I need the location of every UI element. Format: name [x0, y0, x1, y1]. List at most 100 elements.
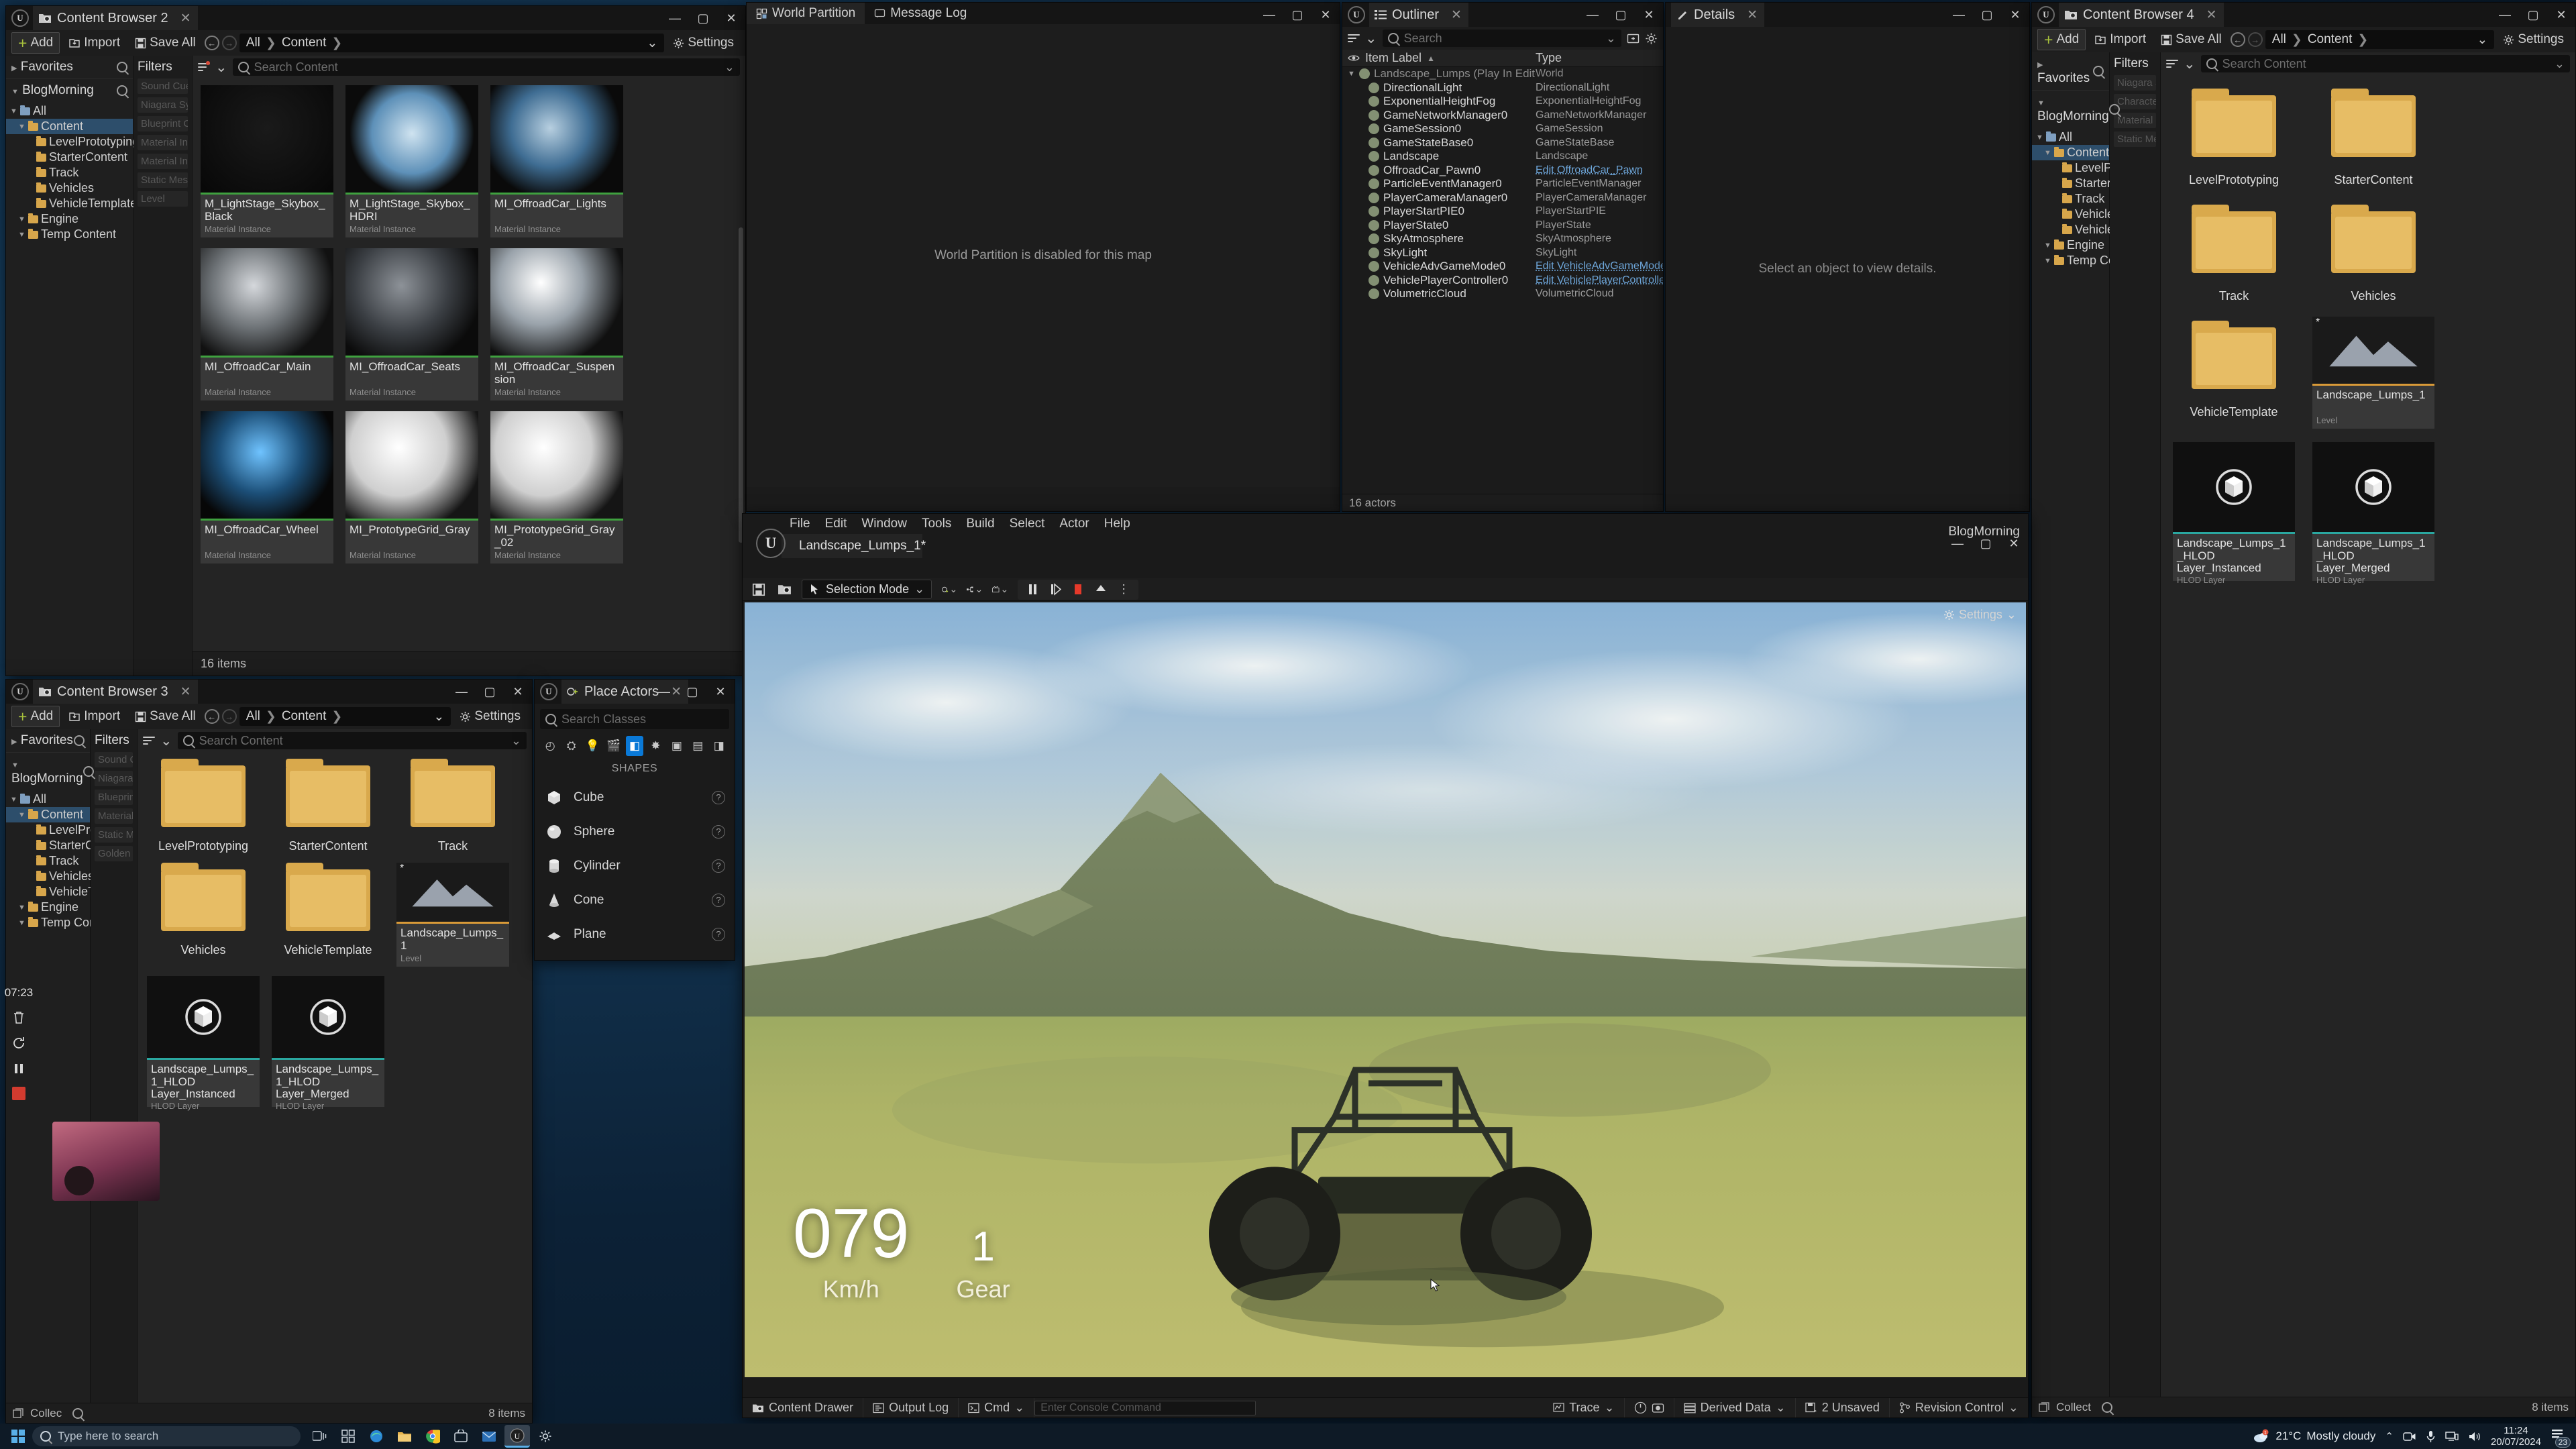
tree-item-levelproto[interactable]: LevelProto	[6, 822, 107, 838]
filter-item[interactable]: Sound Cue	[95, 752, 133, 767]
help-icon[interactable]: ?	[712, 927, 725, 941]
notification-center-icon[interactable]: 23	[2551, 1428, 2571, 1448]
chevron-down-icon[interactable]: ▼	[2044, 257, 2051, 265]
chevron-down-icon[interactable]: ▼	[18, 215, 25, 223]
details-close-button[interactable]: ✕	[2001, 3, 2029, 27]
cb4-status-bar[interactable]: Collect 8 items	[2032, 1397, 2575, 1417]
tree-item-vehicletem[interactable]: VehicleTem	[2032, 222, 2137, 237]
cb4-tab-close-icon[interactable]: ✕	[2206, 7, 2217, 23]
cb2-asset-grid[interactable]: M_LightStage_Skybox_Black Material Instan…	[193, 78, 745, 651]
editor-pie-controls[interactable]: ⋮	[1018, 579, 1139, 600]
outliner-col-label[interactable]: Item Label	[1365, 51, 1421, 65]
status-trace[interactable]: Trace ⌄	[1544, 1397, 1625, 1417]
editor-maximize-button[interactable]: ▢	[1972, 531, 2000, 555]
level-thumbnail[interactable]: *	[2312, 317, 2434, 384]
asset-tile[interactable]: MI_OffroadCar_Main Material Instance	[201, 248, 333, 400]
cb4-search-dropdown-icon[interactable]: ⌄	[2555, 57, 2565, 71]
cb2-minimize-button[interactable]: —	[661, 6, 689, 30]
outliner-settings-gear-icon[interactable]	[1645, 32, 1658, 45]
cb2-forward-icon[interactable]: →	[221, 36, 237, 50]
editor-selection-mode-button[interactable]: Selection Mode ⌄	[802, 580, 932, 599]
cb2-favorites-header[interactable]: ▶ Favorites	[6, 56, 133, 78]
frame-step-icon[interactable]	[1047, 582, 1063, 598]
cb3-forward-icon[interactable]: →	[221, 709, 237, 724]
stop-record-icon[interactable]	[12, 1087, 25, 1100]
outliner-minimize-button[interactable]: —	[1578, 3, 1607, 27]
cb2-crumb-dropdown-icon[interactable]: ⌄	[647, 36, 657, 51]
outliner-row[interactable]: PlayerCameraManager0 PlayerCameraManager	[1342, 191, 1663, 205]
menu-build[interactable]: Build	[966, 517, 994, 531]
cb2-crumb-all[interactable]: All	[246, 36, 260, 50]
asset-tile[interactable]: MI_OffroadCar_Lights Material Instance	[490, 85, 623, 237]
search-icon-c4[interactable]	[2093, 66, 2104, 76]
tree-item-all[interactable]: ▼ All	[2032, 129, 2109, 145]
outliner-search-dropdown-icon[interactable]: ⌄	[1606, 32, 1616, 46]
outliner-row-edit-link[interactable]: Edit VehiclePlayerController	[1536, 274, 1663, 286]
viewport-settings-button[interactable]: Settings ⌄	[1943, 608, 2017, 622]
filter-item[interactable]: Static Mesh	[95, 827, 133, 843]
cb3-project-header[interactable]: ▼ BlogMorning	[6, 752, 94, 790]
cb3-maximize-button[interactable]: ▢	[476, 680, 504, 704]
asset-thumbnail[interactable]	[201, 85, 333, 193]
outliner-row[interactable]: ExponentialHeightFog ExponentialHeightFog	[1342, 95, 1663, 109]
place-actor-plane[interactable]: Plane?	[535, 917, 735, 951]
cb4-collections-search-icon[interactable]	[2101, 1401, 2112, 1413]
outliner-row[interactable]: ▼ Landscape_Lumps (Play In Editor) World	[1342, 67, 1663, 81]
status-cmd[interactable]: Cmd ⌄	[959, 1397, 1035, 1417]
folder-tile[interactable]: VehicleTemplate	[2173, 317, 2295, 429]
folder-thumbnail[interactable]	[396, 759, 509, 834]
cb2-scrollbar[interactable]	[739, 227, 743, 543]
editor-minimize-button[interactable]: —	[1943, 531, 1972, 555]
volume-icon[interactable]	[2468, 1431, 2481, 1442]
cb2-close-button[interactable]: ✕	[717, 6, 745, 30]
editor-toolbar[interactable]: Selection Mode ⌄ ⌄ ⌄ ⌄ ⋮	[743, 578, 2028, 601]
filter-item[interactable]: Material Ins	[95, 808, 133, 824]
tree-item-all[interactable]: ▼ All	[6, 103, 133, 119]
cb3-tab-close-icon[interactable]: ✕	[180, 684, 191, 700]
store-icon[interactable]	[448, 1425, 474, 1448]
cb4-search-input[interactable]: Search Content ⌄	[2200, 55, 2570, 72]
pa-item-list[interactable]: Cube? Sphere? Cylinder? Cone? Plane?	[535, 780, 735, 951]
tree-item-levelprotot[interactable]: LevelProtot	[2032, 160, 2136, 176]
folder-thumbnail[interactable]	[147, 759, 260, 834]
hlod-thumbnail[interactable]	[147, 976, 260, 1058]
place-actor-cone[interactable]: Cone?	[535, 883, 735, 917]
tree-item-temp-content[interactable]: ▼ Temp Content	[2032, 253, 2142, 268]
lights-icon[interactable]: 💡	[584, 736, 601, 756]
details-tab-close-icon[interactable]: ✕	[1747, 7, 1758, 23]
content-browser-4-window[interactable]: U Content Browser 4 ✕ — ▢ ✕ + Add Import	[2031, 2, 2576, 1417]
cb2-filter-list[interactable]: Sound Cue Niagara System Blueprint Class Ma…	[138, 78, 188, 207]
cb4-sources-panel[interactable]: ▶ Favorites ▼ BlogMorning ▼ All ▼ Content Le…	[2032, 52, 2142, 1397]
cinematics-icon[interactable]: ⌄	[992, 582, 1008, 598]
world-partition-window[interactable]: World Partition Message Log — ▢ ✕ World …	[746, 2, 1340, 512]
hlod-thumbnail[interactable]	[2173, 442, 2295, 532]
pause-icon-recorder[interactable]	[11, 1061, 26, 1076]
cb2-toolbar[interactable]: + Add Import Save All ← → All ❯ Content …	[6, 30, 745, 56]
outliner-window-buttons[interactable]: — ▢ ✕	[1578, 3, 1663, 27]
place-actor-sphere[interactable]: Sphere?	[535, 814, 735, 849]
outliner-row[interactable]: GameStateBase0 GameStateBase	[1342, 136, 1663, 150]
cb3-minimize-button[interactable]: —	[447, 680, 476, 704]
cb3-toolbar[interactable]: + Add Import Save All ← → All ❯ Content …	[6, 704, 532, 729]
asset-thumbnail[interactable]	[490, 85, 623, 193]
cb4-filters-panel[interactable]: Filters Niagara SysCharacter ClMaterial …	[2110, 52, 2161, 1397]
recent-icon[interactable]: ◴	[541, 736, 559, 756]
cb3-asset-view[interactable]: ⌄ Search Content ⌄ LevelPrototyping Start…	[138, 729, 532, 1403]
details-minimize-button[interactable]: —	[1945, 3, 1973, 27]
chevron-down-icon[interactable]: ▼	[2044, 149, 2051, 157]
folder-thumbnail[interactable]	[2312, 85, 2434, 168]
basic-icon[interactable]: ⛭	[562, 736, 580, 756]
place-actor-cylinder[interactable]: Cylinder?	[535, 849, 735, 883]
status-revision-control[interactable]: Revision Control ⌄	[1890, 1398, 2028, 1418]
cb4-asset-search-row[interactable]: ⌄ Search Content ⌄	[2161, 52, 2575, 75]
asset-thumbnail[interactable]	[490, 411, 623, 519]
editor-close-button[interactable]: ✕	[2000, 531, 2028, 555]
filter-item[interactable]: Static Mesh	[2114, 131, 2156, 147]
asset-thumbnail[interactable]	[201, 411, 333, 519]
filter-item[interactable]: Golden	[95, 846, 133, 861]
status-content-drawer[interactable]: Content Drawer	[743, 1397, 864, 1417]
cb2-project-header[interactable]: ▼ BlogMorning	[6, 78, 133, 102]
hlod-thumbnail[interactable]	[2312, 442, 2434, 532]
details-tab[interactable]: Details ✕	[1671, 3, 1765, 27]
asset-thumbnail[interactable]	[201, 248, 333, 356]
